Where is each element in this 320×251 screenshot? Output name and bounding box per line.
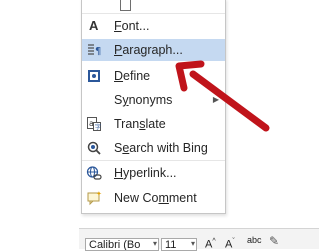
format-painter-icon[interactable]: ✎ <box>269 234 279 248</box>
grow-font-icon[interactable]: A^ <box>205 238 216 251</box>
chevron-down-icon[interactable]: ▾ <box>153 239 157 250</box>
mini-toolbar: Calibri (Bo ▾ 11 ▾ A^ Aˇ abc ✎ <box>79 228 319 251</box>
font-size-value: 11 <box>165 239 177 251</box>
font-name-value: Calibri (Bo <box>89 239 141 251</box>
font-size-combo[interactable]: 11 ▾ <box>161 238 197 251</box>
shrink-font-icon[interactable]: Aˇ <box>225 238 235 251</box>
annotation-arrow <box>175 60 270 132</box>
styles-label: abc <box>247 235 262 245</box>
styles-icon[interactable]: abc <box>247 235 262 245</box>
font-name-combo[interactable]: Calibri (Bo ▾ <box>85 238 159 251</box>
chevron-down-icon[interactable]: ▾ <box>191 239 195 250</box>
